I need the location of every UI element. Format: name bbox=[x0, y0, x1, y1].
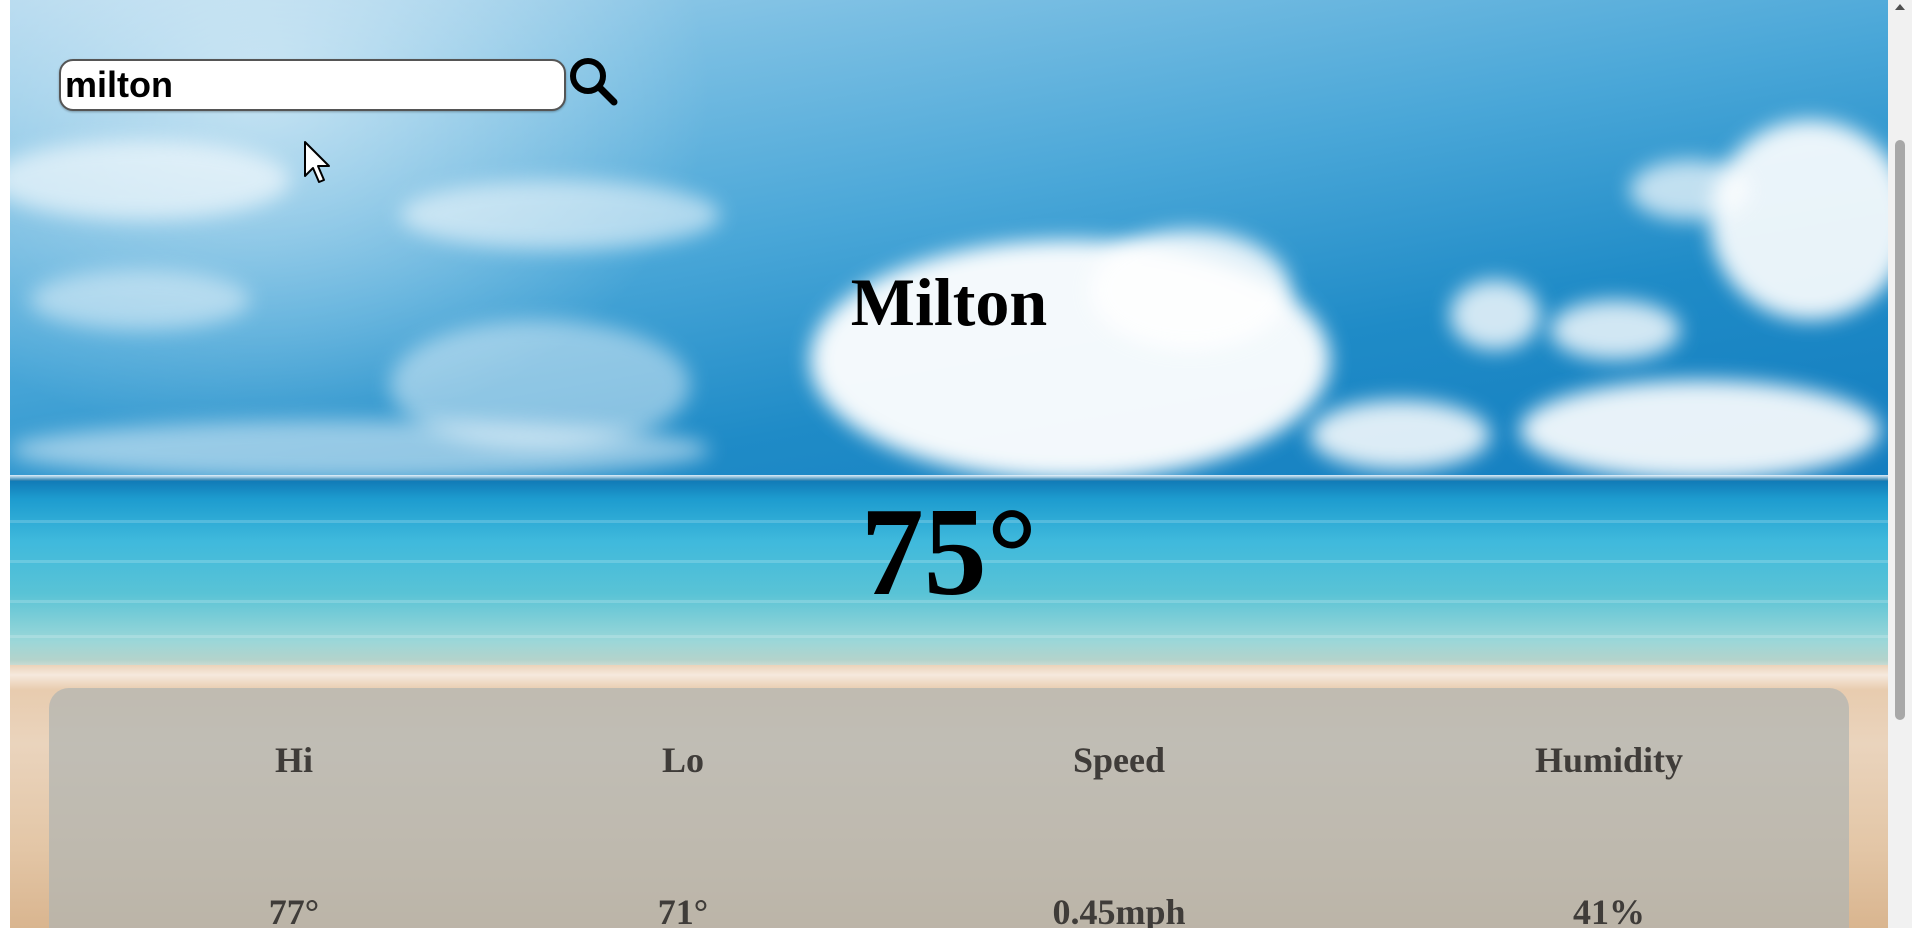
cloud bbox=[1310, 400, 1490, 470]
mouse-cursor-icon bbox=[304, 141, 330, 183]
scroll-thumb[interactable] bbox=[1895, 140, 1905, 720]
stat-label: Hi bbox=[274, 740, 313, 780]
stats-panel: Hi 77° Lo 71° Speed 0.45mph Humidity 41% bbox=[49, 688, 1849, 928]
stat-label: Humidity bbox=[1534, 740, 1684, 780]
stat-value: 71° bbox=[657, 892, 709, 928]
search-input[interactable] bbox=[59, 59, 566, 111]
beach-background: Milton 75° Hi 77° Lo 71° Speed 0.45mph H… bbox=[10, 0, 1888, 928]
cloud bbox=[1520, 380, 1880, 480]
stat-value: 0.45mph bbox=[1052, 892, 1186, 928]
weather-app: Milton 75° Hi 77° Lo 71° Speed 0.45mph H… bbox=[0, 0, 1912, 928]
wave bbox=[10, 635, 1888, 638]
cloud bbox=[400, 180, 720, 250]
cloud bbox=[1630, 160, 1750, 220]
stat-value: 41% bbox=[1573, 892, 1645, 928]
city-name: Milton bbox=[850, 264, 1048, 340]
stat-value: 77° bbox=[268, 892, 320, 928]
search-button[interactable] bbox=[565, 53, 621, 109]
foam bbox=[10, 660, 1888, 690]
search-icon bbox=[570, 58, 618, 106]
stat-label: Lo bbox=[661, 740, 704, 780]
horizon bbox=[10, 475, 1888, 481]
scroll-up-arrow-icon[interactable] bbox=[1895, 4, 1905, 10]
stat-label: Speed bbox=[1072, 740, 1166, 780]
current-temperature: 75° bbox=[860, 483, 1038, 622]
cloud bbox=[10, 420, 710, 480]
window-edge bbox=[0, 0, 10, 928]
vertical-scrollbar[interactable] bbox=[1888, 0, 1912, 928]
